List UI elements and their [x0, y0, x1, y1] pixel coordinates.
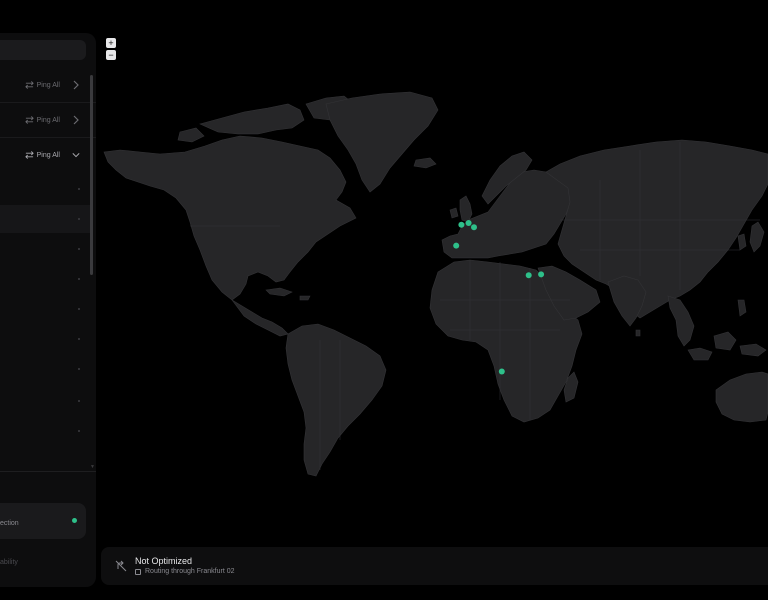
status-subtitle: Routing through Frankfurt 02: [135, 568, 235, 575]
server-marker-amsterdam[interactable]: [465, 220, 472, 226]
ping-all-button[interactable]: Ping All: [24, 149, 60, 161]
region-row-1[interactable]: Ping All: [0, 68, 96, 103]
server-marker-riyadh[interactable]: [525, 272, 532, 279]
server-marker-johannesburg[interactable]: [498, 368, 505, 375]
ping-all-label: Ping All: [36, 81, 60, 89]
server-ping-dot: [78, 188, 80, 190]
world-map[interactable]: [96, 0, 768, 548]
ping-all-button[interactable]: Ping All: [24, 79, 60, 91]
ireland-landmass: [449, 207, 459, 219]
server-ping-dot: [78, 248, 80, 250]
auto-selection-card[interactable]: ection: [0, 503, 86, 539]
south-america-landmass: [285, 323, 387, 477]
ping-icon: [24, 151, 34, 159]
chevron-down-icon[interactable]: [72, 150, 80, 160]
server-ping-dot: [78, 278, 80, 280]
status-title: Not Optimized: [135, 556, 193, 566]
server-icon: [135, 568, 141, 575]
region-row-2[interactable]: Ping All: [0, 103, 96, 138]
server-ping-dot: [78, 308, 80, 310]
indonesia-islands: [687, 347, 713, 361]
scroll-down-icon[interactable]: ▼: [90, 465, 95, 470]
server-sidebar: Ping All Ping All Ping All ▼ ection abil…: [0, 33, 96, 587]
sidebar-divider: [0, 471, 96, 472]
region-row-3[interactable]: Ping All: [0, 138, 96, 172]
north-america-landmass: [103, 135, 357, 301]
server-ping-dot: [78, 400, 80, 402]
server-marker-dubai[interactable]: [538, 271, 545, 278]
caribbean-islands: [265, 287, 293, 297]
connection-status-bar: Not Optimized Routing through Frankfurt …: [101, 547, 768, 585]
server-ping-dot: [78, 338, 80, 340]
korea-peninsula: [737, 233, 747, 251]
server-marker-london[interactable]: [458, 221, 465, 228]
server-marker-madrid[interactable]: [453, 242, 460, 249]
status-subtitle-text: Routing through Frankfurt 02: [145, 568, 235, 575]
connection-status-dot: [72, 518, 77, 523]
ping-all-label: Ping All: [36, 116, 60, 124]
japan-islands: [749, 221, 765, 253]
stability-label: ability: [0, 559, 18, 566]
chevron-right-icon[interactable]: [72, 115, 80, 125]
india-landmass: [607, 275, 647, 327]
ping-icon: [24, 116, 34, 124]
arctic-islands: [199, 103, 305, 135]
ping-all-button[interactable]: Ping All: [24, 114, 60, 126]
arctic-islands: [177, 127, 205, 143]
scrollbar-thumb[interactable]: [90, 75, 93, 275]
indonesia-islands: [739, 343, 767, 357]
central-america-landmass: [231, 299, 289, 337]
philippines-islands: [737, 299, 747, 317]
southeast-asia-landmass: [667, 295, 695, 347]
server-ping-dot: [78, 368, 80, 370]
iceland-landmass: [413, 157, 437, 169]
sri-lanka-landmass: [635, 329, 641, 337]
server-ping-dot: [78, 430, 80, 432]
server-marker-frankfurt[interactable]: [471, 224, 477, 231]
server-list-scrollbar[interactable]: [90, 69, 94, 469]
indonesia-islands: [713, 331, 737, 351]
australia-landmass: [715, 371, 768, 423]
chevron-right-icon[interactable]: [72, 80, 80, 90]
no-route-icon: [115, 560, 127, 572]
ping-all-label: Ping All: [36, 151, 60, 159]
ping-icon: [24, 81, 34, 89]
uk-landmass: [459, 195, 473, 223]
server-search-input[interactable]: [0, 40, 86, 60]
server-ping-dot: [78, 218, 80, 220]
caribbean-islands: [299, 295, 311, 301]
auto-selection-label: ection: [0, 520, 19, 527]
